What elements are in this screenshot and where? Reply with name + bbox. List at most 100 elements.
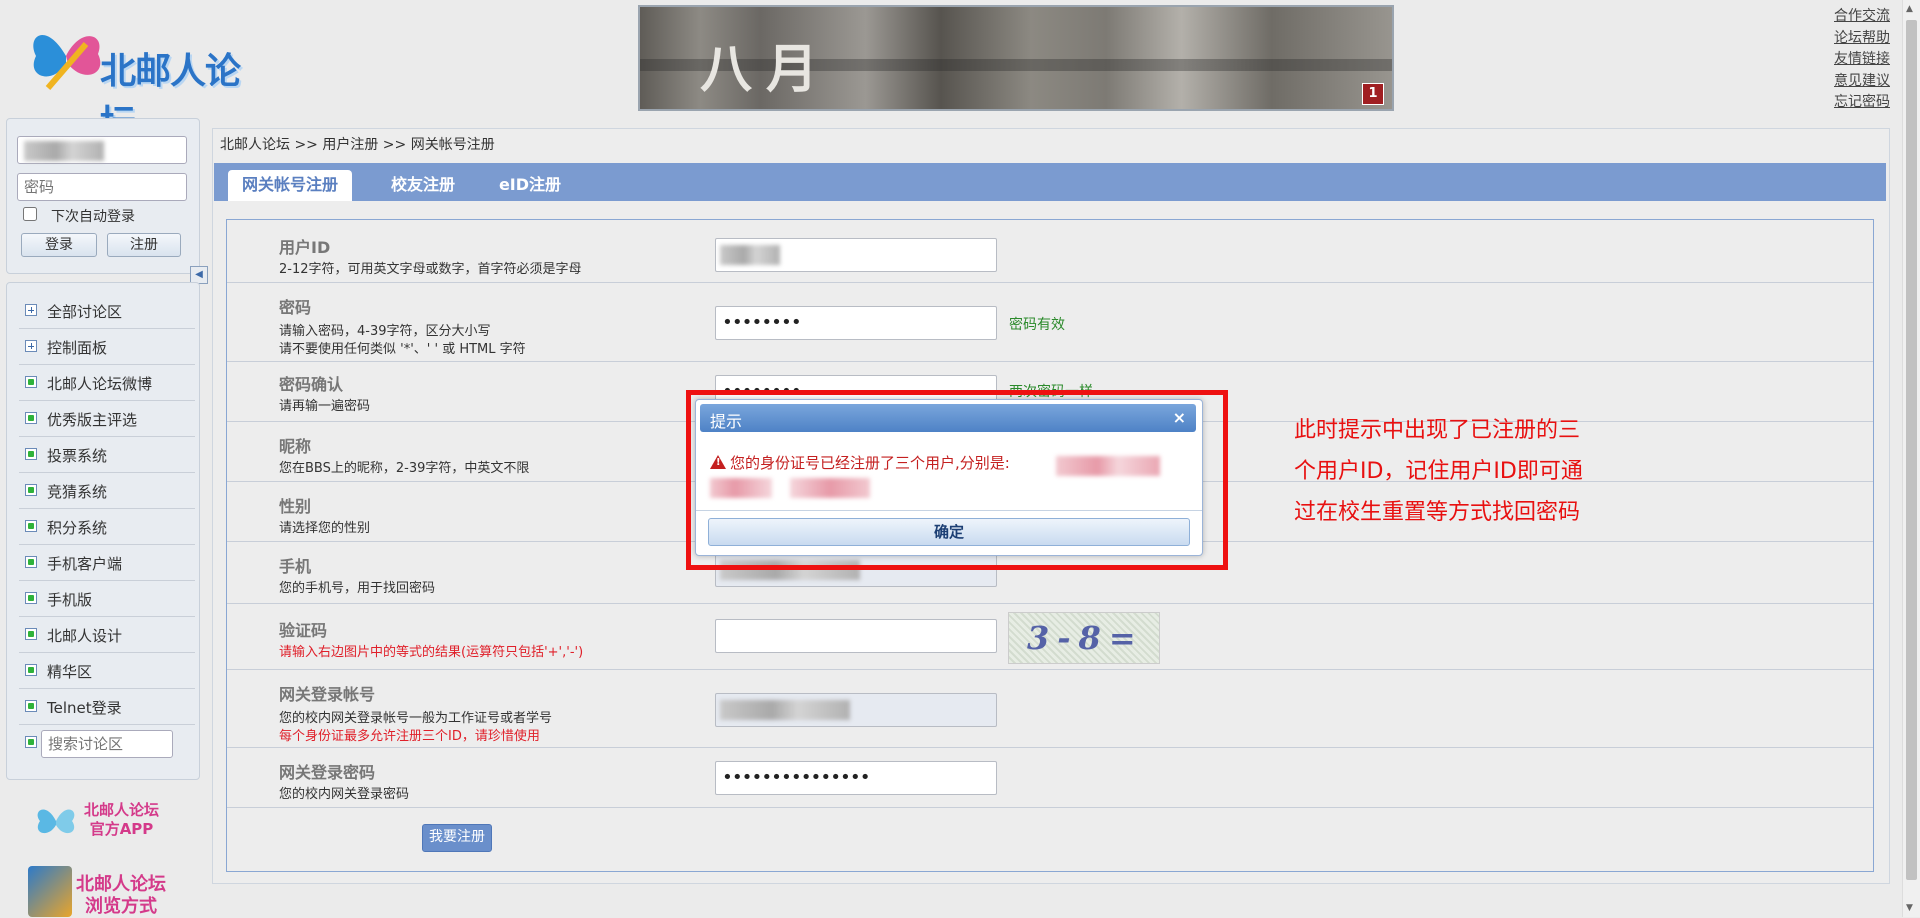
green-dot-icon [25, 700, 37, 712]
gateway-password-field[interactable]: ••••••••••••••• [715, 761, 997, 795]
green-dot-icon [25, 664, 37, 676]
breadcrumb: 北邮人论坛 >> 用户注册 >> 网关帐号注册 [220, 137, 495, 153]
tab-gateway[interactable]: 网关帐号注册 [228, 170, 352, 201]
tab-eid[interactable]: eID注册 [484, 170, 576, 201]
gender-title: 性别 [279, 497, 312, 516]
captcha-text: 3-8= [1027, 619, 1144, 657]
register-button[interactable]: 注册 [107, 233, 181, 257]
green-dot-icon [25, 448, 37, 460]
confirm-title: 密码确认 [279, 375, 344, 394]
sidebar-item-design[interactable]: 北邮人设计 [19, 617, 195, 653]
sidebar-item-voting[interactable]: 投票系统 [19, 437, 195, 473]
captcha-title: 验证码 [279, 621, 328, 640]
gateway-password-title: 网关登录密码 [279, 763, 376, 782]
browse-mode-text: 北邮人论坛 浏览方式 [76, 874, 166, 917]
captcha-image[interactable]: 3-8= [1008, 612, 1160, 664]
redacted-username [24, 141, 104, 161]
gateway-account-desc: 您的校内网关登录帐号一般为工作证号或者学号 [279, 711, 553, 726]
link-help[interactable]: 论坛帮助 [1834, 28, 1890, 50]
link-forgot-password[interactable]: 忘记密码 [1834, 92, 1890, 114]
sidebar-item-all-boards[interactable]: 全部讨论区 [19, 293, 195, 329]
remember-label: 下次自动登录 [51, 209, 135, 225]
scrollbar-thumb[interactable] [1906, 20, 1917, 880]
annotation-note: 此时提示中出现了已注册的三 个用户ID，记住用户ID即可通 过在校生重置等方式找… [1294, 410, 1634, 533]
gateway-password-desc: 您的校内网关登录密码 [279, 787, 410, 802]
sidebar-item-mobile-version[interactable]: 手机版 [19, 581, 195, 617]
phone-title: 手机 [279, 557, 312, 576]
green-dot-icon [25, 376, 37, 388]
nickname-title: 昵称 [279, 437, 312, 456]
expand-plus-icon [25, 304, 37, 316]
gateway-account-warning: 每个身份证最多允许注册三个ID，请珍惜使用 [279, 729, 540, 744]
password-field[interactable]: •••••••• [715, 306, 997, 340]
password-desc1: 请输入密码，4-39字符，区分大小写 [279, 324, 491, 339]
site-logo[interactable]: 北邮人论坛 [22, 12, 257, 144]
board-search-input[interactable] [41, 730, 173, 758]
row-userid: 用户ID 2-12字符，可用英文字母或数字，首字符必须是字母 [227, 220, 1873, 283]
sidebar-item-digest[interactable]: 精华区 [19, 653, 195, 689]
phone-desc: 您的手机号，用于找回密码 [279, 581, 436, 596]
butterfly-app-icon [37, 809, 75, 834]
login-button[interactable]: 登录 [21, 233, 97, 257]
banner-image[interactable]: 八月 1 [638, 5, 1394, 111]
userid-title: 用户ID [279, 238, 331, 257]
scroll-up-icon[interactable]: ▲ [1906, 4, 1913, 14]
redacted-userid [720, 245, 780, 265]
scroll-down-icon[interactable]: ▼ [1906, 903, 1913, 913]
row-gateway-account: 网关登录帐号 您的校内网关登录帐号一般为工作证号或者学号 每个身份证最多允许注册… [227, 669, 1873, 748]
link-cooperation[interactable]: 合作交流 [1834, 6, 1890, 28]
gateway-account-input[interactable] [715, 693, 997, 727]
official-app-promo[interactable]: 北邮人论坛 官方APP [32, 795, 182, 847]
green-dot-icon [25, 556, 37, 568]
captcha-input[interactable] [715, 619, 997, 653]
sidebar-item-moderator-vote[interactable]: 优秀版主评选 [19, 401, 195, 437]
browse-mode-promo[interactable]: 北邮人论坛 浏览方式 [28, 866, 178, 917]
browse-mode-icon [28, 866, 72, 917]
link-feedback[interactable]: 意见建议 [1834, 71, 1890, 93]
password-input[interactable] [17, 173, 187, 201]
password-status: 密码有效 [1009, 317, 1065, 333]
green-dot-icon [25, 736, 37, 748]
sidebar-item-weibo[interactable]: 北邮人论坛微博 [19, 365, 195, 401]
redacted-gateway-account [720, 700, 850, 720]
sidebar-item-control-panel[interactable]: 控制面板 [19, 329, 195, 365]
annotation-line-1: 此时提示中出现了已注册的三 [1294, 418, 1581, 443]
captcha-desc: 请输入右边图片中的等式的结果(运算符只包括'+','-') [279, 645, 584, 660]
green-dot-icon [25, 628, 37, 640]
green-dot-icon [25, 484, 37, 496]
row-password: 密码 请输入密码，4-39字符，区分大小写 请不要使用任何类似 '*'、' ' … [227, 282, 1873, 362]
green-dot-icon [25, 592, 37, 604]
expand-plus-icon [25, 340, 37, 352]
submit-register-button[interactable]: 我要注册 [422, 824, 492, 852]
gender-desc: 请选择您的性别 [279, 521, 371, 536]
annotation-line-3: 过在校生重置等方式找回密码 [1294, 500, 1581, 525]
userid-input[interactable] [715, 238, 997, 272]
password-title: 密码 [279, 298, 312, 317]
sidebar-search [19, 725, 195, 760]
userid-desc: 2-12字符，可用英文字母或数字，首字符必须是字母 [279, 262, 582, 277]
tab-alumni[interactable]: 校友注册 [364, 170, 482, 201]
username-input[interactable] [17, 136, 187, 164]
top-links: 合作交流 论坛帮助 友情链接 意见建议 忘记密码 [1834, 6, 1890, 114]
sidebar-item-mobile-client[interactable]: 手机客户端 [19, 545, 195, 581]
highlight-box [686, 390, 1228, 570]
butterfly-logo-icon [33, 35, 101, 90]
green-dot-icon [25, 520, 37, 532]
annotation-line-2: 个用户ID，记住用户ID即可通 [1294, 459, 1583, 484]
green-dot-icon [25, 412, 37, 424]
remember-checkbox[interactable] [23, 207, 37, 221]
login-panel: 下次自动登录 登录 注册 [6, 118, 200, 274]
sidebar-item-points[interactable]: 积分系统 [19, 509, 195, 545]
vertical-scrollbar[interactable]: ▲ ▼ [1902, 0, 1920, 917]
sidebar-item-betting[interactable]: 竞猜系统 [19, 473, 195, 509]
register-tabs: 网关帐号注册 校友注册 eID注册 [214, 163, 1886, 201]
banner-title: 八月 [700, 39, 833, 100]
nickname-desc: 您在BBS上的昵称，2-39字符，中英文不限 [279, 461, 530, 476]
sidebar-item-telnet[interactable]: Telnet登录 [19, 689, 195, 725]
sidebar-nav: 全部讨论区 控制面板 北邮人论坛微博 优秀版主评选 投票系统 竞猜系统 积分系统… [6, 282, 200, 780]
banner-page-badge[interactable]: 1 [1362, 83, 1384, 105]
password-desc2: 请不要使用任何类似 '*'、' ' 或 HTML 字符 [279, 342, 526, 357]
row-gateway-password: 网关登录密码 您的校内网关登录密码 ••••••••••••••• [227, 747, 1873, 808]
link-friends[interactable]: 友情链接 [1834, 49, 1890, 71]
confirm-desc: 请再输一遍密码 [279, 399, 371, 414]
